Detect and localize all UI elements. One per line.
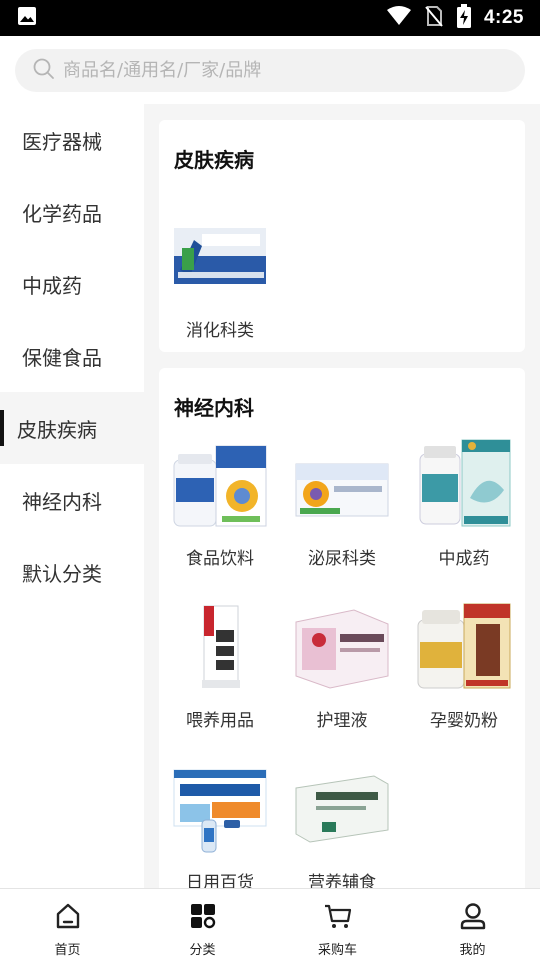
- cart-icon: [323, 901, 353, 935]
- product-image: [174, 228, 266, 284]
- sidebar-item-label: 皮肤疾病: [17, 417, 97, 442]
- image-icon: [16, 5, 38, 31]
- search-bar: [0, 36, 540, 104]
- sidebar-item-label: 医疗器械: [22, 129, 102, 154]
- grid-item-label: 孕婴奶粉: [430, 711, 498, 731]
- search-icon: [33, 58, 63, 84]
- section-card: 神经内科 食品饮料 泌尿科类 中成药 喂养用品 护理液 孕婴奶粉 日用百货 营养…: [159, 368, 525, 888]
- tab-cart[interactable]: 采购车: [270, 889, 405, 960]
- battery-charging-icon: [456, 4, 472, 32]
- product-image: [417, 603, 511, 689]
- profile-icon: [458, 901, 488, 935]
- sidebar-item-label: 化学药品: [22, 201, 102, 226]
- grid-item[interactable]: 食品饮料: [159, 438, 281, 569]
- product-image: [295, 775, 389, 843]
- sidebar-item-default[interactable]: 默认分类: [0, 536, 144, 608]
- sidebar-item-skin-diseases[interactable]: 皮肤疾病: [0, 392, 144, 464]
- tab-category[interactable]: 分类: [135, 889, 270, 960]
- grid-item[interactable]: 日用百货: [159, 762, 281, 888]
- wifi-icon: [386, 5, 412, 31]
- tab-label: 我的: [459, 943, 486, 958]
- section-card: 皮肤疾病 消化科类: [159, 120, 525, 352]
- product-image: [173, 445, 267, 527]
- grid-item[interactable]: 喂养用品: [159, 600, 281, 731]
- category-icon: [188, 901, 218, 935]
- search-box[interactable]: [15, 49, 525, 92]
- grid-item[interactable]: 消化科类: [159, 210, 281, 341]
- bottom-tab-bar: 首页 分类 采购车 我的: [0, 888, 540, 960]
- section-title: 神经内科: [174, 396, 254, 420]
- sidebar-item-label: 保健食品: [22, 345, 102, 370]
- sidebar-item-label: 中成药: [22, 273, 82, 298]
- grid-item[interactable]: 护理液: [281, 600, 403, 731]
- no-sim-icon: [424, 5, 444, 31]
- search-input[interactable]: [63, 60, 483, 81]
- product-image: [419, 439, 511, 527]
- product-image: [295, 463, 389, 517]
- sidebar-item-chinese-patent-medicine[interactable]: 中成药: [0, 248, 144, 320]
- sidebar-item-label: 神经内科: [22, 489, 102, 514]
- grid-item-label: 中成药: [438, 549, 490, 569]
- subcategory-panel: 皮肤疾病 消化科类 神经内科 食品饮料 泌尿科类 中成药 喂养用品 护理液 孕婴…: [144, 104, 540, 888]
- tab-label: 采购车: [317, 943, 357, 958]
- sidebar-item-medical-devices[interactable]: 医疗器械: [0, 104, 144, 176]
- grid-item-label: 喂养用品: [186, 711, 254, 731]
- sidebar-item-health-food[interactable]: 保健食品: [0, 320, 144, 392]
- grid-item[interactable]: 孕婴奶粉: [403, 600, 525, 731]
- home-icon: [53, 901, 83, 935]
- sidebar-item-chemical-drugs[interactable]: 化学药品: [0, 176, 144, 248]
- grid-item[interactable]: 中成药: [403, 438, 525, 569]
- sidebar-item-neurology[interactable]: 神经内科: [0, 464, 144, 536]
- status-time: 4:25: [483, 7, 524, 28]
- tab-label: 分类: [189, 943, 216, 958]
- tab-profile[interactable]: 我的: [405, 889, 540, 960]
- grid-item-label: 营养辅食: [308, 873, 376, 888]
- category-sidebar: 医疗器械 化学药品 中成药 保健食品 皮肤疾病 神经内科 默认分类: [0, 104, 144, 888]
- grid-item-label: 日用百货: [186, 873, 254, 888]
- tab-label: 首页: [54, 943, 81, 958]
- product-image: [295, 609, 389, 689]
- sidebar-item-label: 默认分类: [22, 561, 102, 586]
- tab-home[interactable]: 首页: [0, 889, 135, 960]
- grid-item-label: 消化科类: [186, 321, 254, 341]
- grid-item-label: 护理液: [316, 711, 368, 731]
- grid-item-label: 泌尿科类: [308, 549, 376, 569]
- grid-item[interactable]: 营养辅食: [281, 762, 403, 888]
- section-title: 皮肤疾病: [174, 148, 254, 172]
- status-bar: 4:25: [0, 0, 540, 36]
- product-image: [173, 769, 267, 853]
- grid-item[interactable]: 泌尿科类: [281, 438, 403, 569]
- grid-item-label: 食品饮料: [186, 549, 254, 569]
- product-image: [202, 605, 240, 688]
